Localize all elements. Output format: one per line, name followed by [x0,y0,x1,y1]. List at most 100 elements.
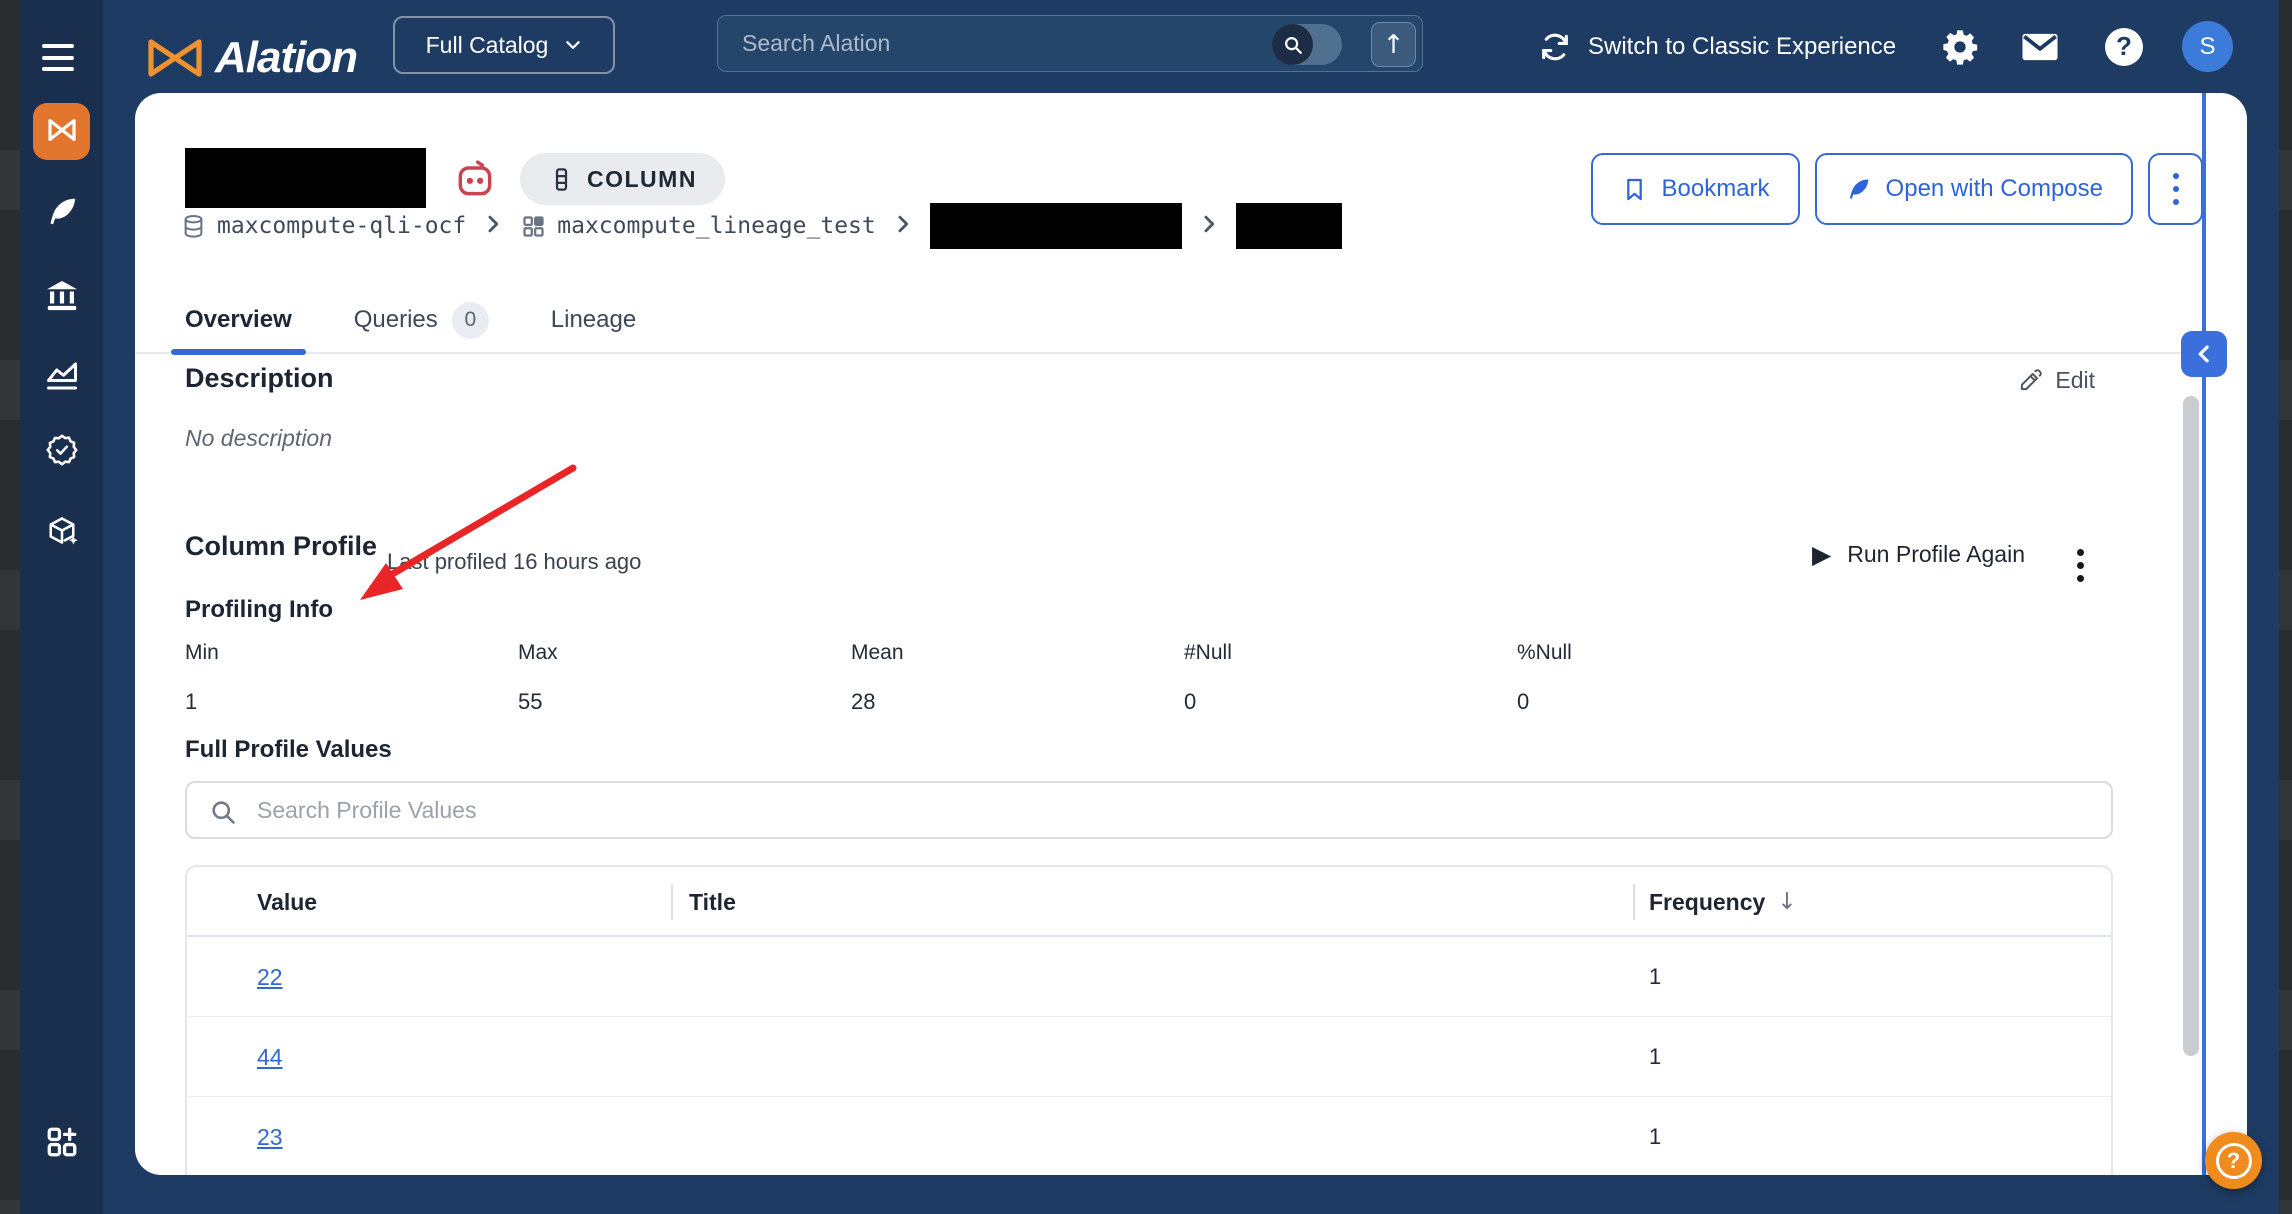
open-with-compose-button[interactable]: Open with Compose [1815,153,2133,225]
column-icon [548,166,575,193]
sidebar [20,0,103,1214]
breadcrumb-schema-label: maxcompute_lineage_test [557,213,876,239]
run-profile-again-button[interactable]: ▶ Run Profile Again [1812,540,2025,569]
value-link[interactable]: 44 [257,1017,283,1097]
search-submit-button[interactable]: ↑ [1371,22,1416,67]
schema-grid-icon [520,213,547,240]
screen: Alation Full Catalog ↑ Switch to Classic… [0,0,2292,1214]
stat-min: Min 1 [185,641,518,715]
column-profile-heading: Column Profile [185,531,377,562]
stat-null-count: #Null 0 [1184,641,1517,715]
background-window-edge-right [2279,0,2292,1214]
background-window-edge-left [0,0,20,1214]
sidebar-item-analytics[interactable] [43,358,81,396]
help-icon[interactable]: ? [2102,0,2146,93]
column-header-frequency[interactable]: Frequency ↓ [1649,867,1797,937]
sidebar-item-compose[interactable] [43,194,81,232]
full-catalog-dropdown[interactable]: Full Catalog [393,16,615,74]
collapse-panel-button[interactable] [2181,331,2227,377]
header-more-menu[interactable] [2148,153,2203,225]
annotation-arrow [345,453,590,618]
help-fab-button[interactable]: ? [2205,1132,2262,1189]
chevron-left-icon [2194,344,2214,364]
stat-value: 0 [1517,689,1850,715]
sidebar-item-data-products[interactable] [43,514,81,552]
play-icon: ▶ [1812,540,1831,569]
stat-label: Mean [851,641,1184,665]
profile-values-search-input[interactable] [257,783,2057,837]
object-type-label: COLUMN [587,166,697,193]
value-link[interactable]: 23 [257,1097,283,1175]
profile-values-search [185,781,2113,839]
redacted-column-title [185,148,426,208]
breadcrumb-datasource[interactable]: maxcompute-qli-ocf [180,213,466,240]
search-icon [209,798,237,826]
edit-description-button[interactable]: Edit [2017,367,2095,394]
avatar-initial: S [2199,33,2215,61]
full-catalog-label: Full Catalog [426,32,549,59]
sidebar-item-apps-add[interactable] [43,1124,81,1162]
mail-icon[interactable] [2018,0,2062,93]
full-profile-values-heading: Full Profile Values [185,736,392,764]
right-panel-divider [2202,93,2206,1175]
stat-max: Max 55 [518,641,851,715]
area-chart-icon [44,358,80,397]
hamburger-menu-icon[interactable] [42,44,74,71]
tab-overview[interactable]: Overview [185,288,292,352]
frequency-cell: 1 [1649,1097,1661,1175]
search-mode-toggle[interactable] [1272,24,1342,65]
quill-icon [1845,176,1872,203]
global-search: ↑ [717,15,1423,72]
alation-logo-mark-icon [143,34,207,82]
object-type-badge: COLUMN [520,153,725,205]
value-link[interactable]: 22 [257,937,283,1017]
stat-value: 1 [185,689,518,715]
breadcrumb: maxcompute-qli-ocf maxcompute_lineage_te… [180,201,1342,251]
stat-label: %Null [1517,641,1850,665]
user-avatar[interactable]: S [2182,21,2233,72]
open-with-compose-label: Open with Compose [1886,175,2103,203]
sidebar-item-catalog[interactable] [33,103,90,160]
main-content-card: COLUMN maxcompute-qli-ocf maxcompute_lin… [135,93,2247,1175]
chevron-right-icon [893,214,913,239]
profile-values-table: Value Title Frequency ↓ 22 1 44 1 23 1 [185,865,2113,1175]
tab-queries[interactable]: Queries 0 [354,288,489,352]
search-icon [1272,24,1313,65]
profile-more-menu[interactable] [2065,545,2095,585]
sidebar-item-certification[interactable] [43,432,81,470]
chevron-down-icon [564,36,582,54]
run-profile-again-label: Run Profile Again [1847,541,2025,568]
column-header-title[interactable]: Title [689,867,736,937]
breadcrumb-schema[interactable]: maxcompute_lineage_test [520,213,876,240]
tab-lineage[interactable]: Lineage [551,288,636,352]
seal-check-icon [44,432,80,471]
bank-icon [44,278,80,317]
logo-text: Alation [215,33,357,83]
database-icon [180,213,207,240]
redacted-breadcrumb-table [930,203,1182,249]
alation-bowtie-icon [46,114,78,149]
settings-gear-icon[interactable] [1938,0,1982,93]
switch-to-classic-button[interactable]: Switch to Classic Experience [1538,0,1896,93]
stat-mean: Mean 28 [851,641,1184,715]
sort-desc-icon: ↓ [1777,889,1796,915]
sidebar-item-governance[interactable] [43,278,81,316]
header-actions: Bookmark Open with Compose [1591,153,2204,225]
stat-null-percent: %Null 0 [1517,641,1850,715]
stat-label: #Null [1184,641,1517,665]
stat-value: 28 [851,689,1184,715]
stat-value: 0 [1184,689,1517,715]
table-row: 23 1 [187,1097,2111,1175]
arrow-up-icon: ↑ [1383,30,1405,60]
frequency-cell: 1 [1649,937,1661,1017]
scrollbar-thumb[interactable] [2183,396,2199,1056]
redacted-breadcrumb-column [1236,203,1342,249]
table-row: 44 1 [187,1017,2111,1097]
bookmark-button[interactable]: Bookmark [1591,153,1800,225]
search-input[interactable] [742,16,1282,71]
bookmark-label: Bookmark [1662,175,1770,203]
column-header-value[interactable]: Value [257,867,317,937]
alation-logo[interactable]: Alation [143,33,357,83]
empty-description-text: No description [185,425,332,452]
profiling-info-heading: Profiling Info [185,596,333,624]
